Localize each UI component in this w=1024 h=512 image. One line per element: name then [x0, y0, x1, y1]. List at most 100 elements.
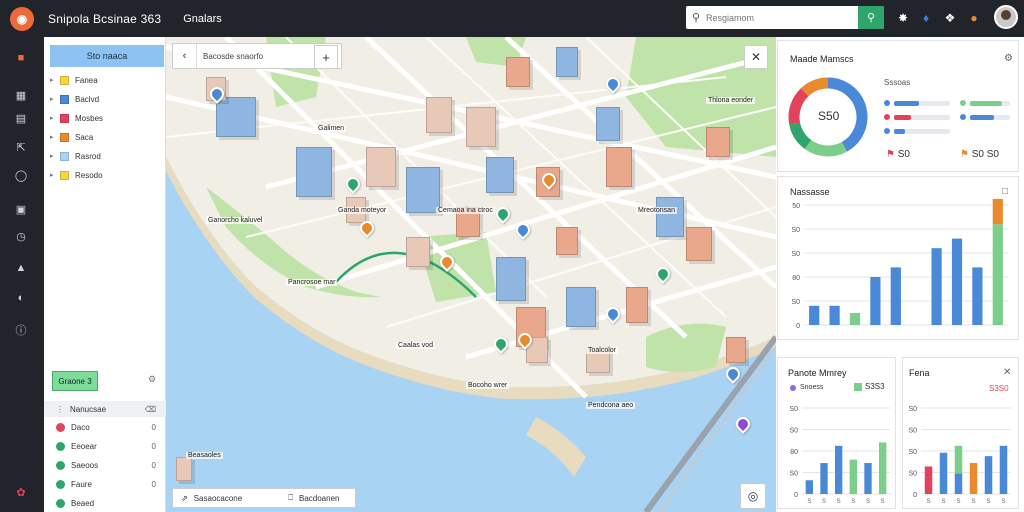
layer-item[interactable]: ▸ Fanea — [50, 73, 98, 87]
map-street-label: Caalas vod — [396, 342, 436, 349]
hammer-icon[interactable]: ⇱ — [12, 138, 30, 156]
y-tick-label: S0 — [791, 227, 800, 234]
close-icon[interactable]: ✕ — [1003, 367, 1011, 378]
warning-icon[interactable]: ▲ — [12, 259, 30, 277]
x-tick-label: S — [807, 499, 811, 505]
map-street-label: Pancrosoe mar — [286, 279, 338, 286]
poi-item[interactable]: Daco 0 — [44, 419, 166, 435]
poi-item[interactable]: Faure 0 — [44, 476, 166, 492]
tab-main[interactable]: Gnalars — [183, 13, 222, 25]
donut-value: S50 — [818, 109, 840, 123]
building-block — [556, 227, 578, 255]
x-tick-label: S — [837, 499, 841, 505]
search-submit-button[interactable]: ⚲ — [858, 6, 884, 29]
building-block — [176, 457, 192, 481]
app-title: Snipola Bcsinae 363 — [48, 11, 162, 26]
metric-fill — [970, 101, 1002, 106]
left-rail: ■ ▦ ▤ ⇱ ◯ ▣ ◷ ▲ ◐ ⓘ ✿ — [0, 37, 44, 512]
layer-swatch[interactable] — [60, 132, 69, 142]
home-icon[interactable]: ■ — [12, 49, 30, 67]
layers-header[interactable]: Sto naaca — [50, 45, 164, 67]
export-icon[interactable]: ⎕ — [288, 493, 293, 503]
layer-swatch[interactable] — [60, 170, 69, 180]
layer-item[interactable]: ▸ Baclvd — [50, 92, 99, 106]
building-block — [506, 57, 530, 87]
route-icon: ⇗ — [181, 493, 188, 503]
chevron-right-icon[interactable]: ▸ — [50, 152, 60, 160]
locate-button[interactable]: ◎ — [740, 483, 766, 509]
bug-icon[interactable]: ✸ — [895, 10, 911, 26]
building-block — [296, 147, 332, 197]
layer-swatch[interactable] — [60, 94, 69, 104]
metric-label: Sssoas — [884, 77, 911, 87]
chevron-right-icon[interactable]: ▸ — [50, 133, 60, 141]
info-icon[interactable]: ⓘ — [12, 321, 30, 339]
metric-bar — [894, 101, 950, 106]
settings-icon[interactable]: ⚙ — [1004, 53, 1013, 64]
delete-icon[interactable]: ⌫ — [145, 405, 156, 414]
expand-icon[interactable]: □ — [1002, 186, 1008, 197]
settings-icon[interactable]: ⚙ — [148, 374, 156, 385]
chart-icon[interactable]: ▣ — [12, 200, 30, 218]
puzzle-icon[interactable]: ❖ — [942, 10, 958, 26]
layer-swatch[interactable] — [60, 75, 69, 85]
bar — [870, 277, 881, 325]
building-block — [706, 127, 730, 157]
app-logo[interactable]: ◉ — [10, 6, 34, 31]
gauge-icon[interactable]: ◐ — [12, 289, 30, 307]
bar — [835, 445, 843, 494]
map-search-field[interactable]: Bacosde snaorfo — [197, 44, 319, 68]
search-input[interactable] — [706, 12, 856, 23]
map-street-label: Beasaoles — [186, 452, 223, 459]
metric-bar — [894, 115, 950, 120]
layer-swatch[interactable] — [60, 151, 69, 161]
chevron-right-icon[interactable]: ▸ — [50, 76, 60, 84]
map-street-label: Thlona eonder — [706, 97, 756, 104]
search-box[interactable]: ⚲ ⚲ — [686, 6, 884, 29]
main-chart-card: Nassasse □ 0 S0 80 S0 S0 50 — [777, 176, 1019, 340]
chevron-right-icon[interactable]: ▸ — [50, 95, 60, 103]
building-block — [406, 237, 430, 267]
chevron-right-icon[interactable]: ▸ — [50, 114, 60, 122]
poi-item[interactable]: Eeoear 0 — [44, 438, 166, 454]
close-map-button[interactable]: ✕ — [744, 45, 768, 69]
map-canvas[interactable]: Ganorcho kaluvel Cemaoa ina ctroc Ganda mo… — [166, 37, 776, 512]
poi-item[interactable]: Saeoos 0 — [44, 457, 166, 473]
zoom-in-button[interactable]: + — [314, 45, 338, 69]
grip-icon: ⋮ — [56, 404, 64, 414]
map-street-label: Galimen — [316, 125, 347, 132]
y-tick-label: 50 — [792, 203, 800, 210]
layer-item[interactable]: ▸ Saca — [50, 130, 93, 144]
poi-item[interactable]: Beaed — [44, 495, 166, 511]
layer-item[interactable]: ▸ Mosbes — [50, 111, 103, 125]
summary-title: Panote Mmrey — [788, 368, 847, 378]
bar — [954, 445, 963, 474]
avatar[interactable] — [994, 5, 1018, 29]
x-tick-label: S — [986, 499, 990, 505]
compass-icon[interactable]: ◯ — [12, 166, 30, 184]
building-block — [686, 227, 712, 261]
donut-segment — [800, 77, 829, 97]
y-tick-label: S0 — [789, 428, 798, 435]
back-button[interactable]: ‹ — [173, 44, 197, 68]
bar — [820, 463, 828, 494]
grid-icon[interactable]: ▦ — [12, 86, 30, 104]
legend-button[interactable]: Graone 3 — [52, 371, 98, 391]
bar — [849, 313, 861, 325]
bird-icon[interactable]: ✿ — [12, 483, 30, 501]
bar — [809, 305, 820, 325]
palette-icon[interactable]: ● — [966, 10, 982, 26]
chevron-right-icon[interactable]: ▸ — [50, 171, 60, 179]
poi-dot — [56, 460, 65, 470]
layer-item[interactable]: ▸ Rasrod — [50, 149, 101, 163]
kpi-value-left-text: S0 — [897, 149, 910, 160]
book-icon[interactable]: ▤ — [12, 109, 30, 127]
clock-icon[interactable]: ◷ — [12, 227, 30, 245]
shield-icon[interactable]: ♦ — [918, 10, 934, 26]
rank-bar-chart: 0 S0 S0 S0 S0 S S S S S S — [908, 406, 1011, 505]
layer-swatch[interactable] — [60, 113, 69, 123]
bar — [890, 267, 901, 325]
chart-title: Nassasse — [790, 187, 830, 197]
poi-label: Beaed — [71, 498, 95, 508]
layer-item[interactable]: ▸ Resodo — [50, 168, 103, 182]
